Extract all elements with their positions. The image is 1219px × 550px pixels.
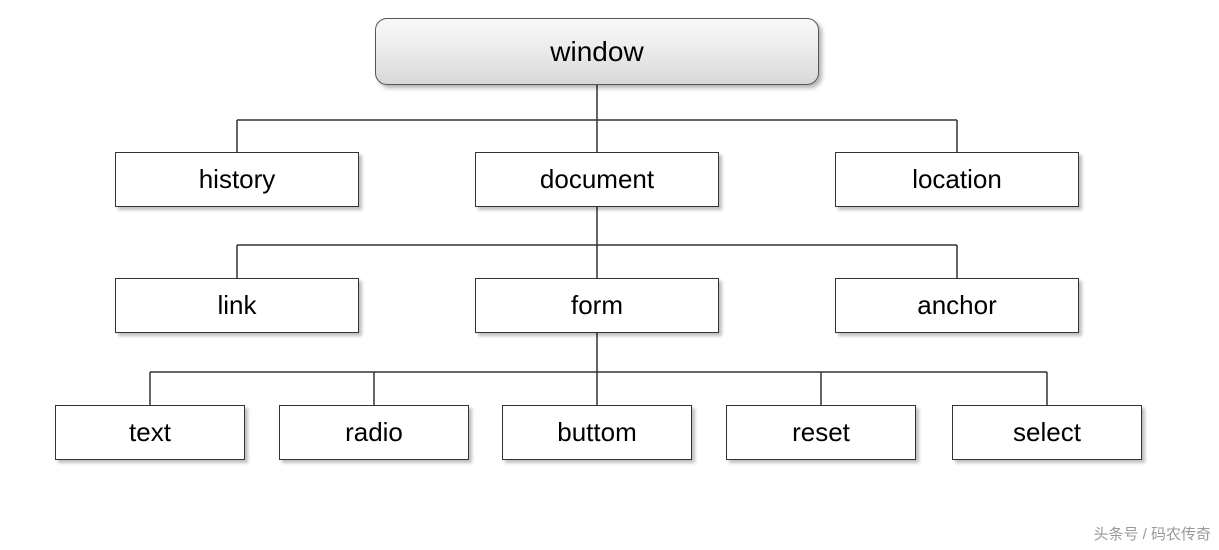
- node-anchor: anchor: [835, 278, 1079, 333]
- node-text: text: [55, 405, 245, 460]
- node-label: select: [1013, 417, 1081, 448]
- node-history: history: [115, 152, 359, 207]
- node-label: buttom: [557, 417, 637, 448]
- node-label: reset: [792, 417, 850, 448]
- node-label: link: [217, 290, 256, 321]
- node-label: history: [199, 164, 276, 195]
- node-label: window: [550, 36, 643, 68]
- node-location: location: [835, 152, 1079, 207]
- node-document: document: [475, 152, 719, 207]
- node-label: form: [571, 290, 623, 321]
- watermark-text: 头条号 / 码农传奇: [1093, 523, 1211, 544]
- node-label: document: [540, 164, 654, 195]
- tree-diagram: window history document location link fo…: [0, 0, 1219, 550]
- node-link: link: [115, 278, 359, 333]
- node-label: anchor: [917, 290, 997, 321]
- node-select: select: [952, 405, 1142, 460]
- node-buttom: buttom: [502, 405, 692, 460]
- node-window: window: [375, 18, 819, 85]
- node-reset: reset: [726, 405, 916, 460]
- node-label: radio: [345, 417, 403, 448]
- node-radio: radio: [279, 405, 469, 460]
- node-label: location: [912, 164, 1002, 195]
- node-form: form: [475, 278, 719, 333]
- node-label: text: [129, 417, 171, 448]
